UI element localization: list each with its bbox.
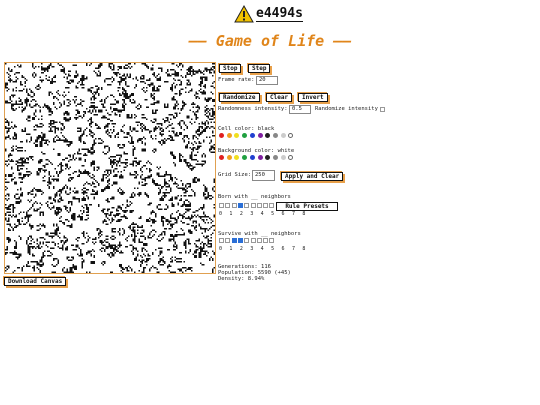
cell-color-swatch[interactable] — [257, 133, 263, 138]
born-label: Born with __ neighbors — [218, 194, 291, 200]
cell-color-swatch[interactable] — [242, 133, 248, 138]
frame-rate-label: Frame rate: — [218, 77, 255, 83]
survive-checkbox[interactable] — [219, 238, 224, 243]
cell-color-swatch[interactable] — [249, 133, 255, 138]
background-color-swatch[interactable] — [226, 155, 232, 160]
survive-checkbox[interactable] — [225, 238, 231, 243]
background-color-swatch[interactable] — [257, 155, 263, 160]
randomize-button[interactable]: Randomize — [219, 93, 260, 102]
background-color-custom-swatch[interactable] — [288, 155, 294, 160]
stop-button[interactable]: Stop — [219, 64, 242, 73]
life-canvas[interactable] — [4, 62, 216, 274]
clear-button[interactable]: Clear — [266, 93, 293, 102]
site-logo[interactable]: e4494s — [234, 4, 303, 24]
born-checkbox[interactable] — [225, 203, 231, 208]
background-color-swatch[interactable] — [219, 155, 224, 160]
download-canvas-button[interactable]: Download Canvas — [4, 277, 67, 286]
born-digits: 0 1 2 3 4 5 6 7 8 — [219, 211, 308, 217]
background-color-label: Background color: white — [218, 148, 295, 154]
background-color-swatch[interactable] — [242, 155, 248, 160]
cell-color-swatch[interactable] — [219, 133, 224, 138]
invert-button[interactable]: Invert — [298, 93, 328, 102]
born-checkbox[interactable] — [256, 203, 262, 208]
born-checkbox[interactable] — [231, 203, 237, 208]
cell-color-swatch[interactable] — [234, 133, 240, 138]
step-button[interactable]: Step — [248, 64, 271, 73]
survive-checkbox[interactable] — [269, 238, 275, 243]
survive-digits: 0 1 2 3 4 5 6 7 8 — [219, 246, 308, 252]
background-color-swatch[interactable] — [249, 155, 255, 160]
background-color-swatch[interactable] — [265, 155, 271, 160]
grid-size-input[interactable]: 250 — [252, 170, 275, 181]
background-color-swatch[interactable] — [234, 155, 240, 160]
survive-checkbox[interactable] — [237, 238, 243, 243]
cell-color-swatch[interactable] — [280, 133, 286, 138]
survive-label: Survive with __ neighbors — [218, 231, 301, 237]
randomize-intensity-checkbox[interactable] — [380, 107, 385, 112]
survive-checkbox[interactable] — [231, 238, 237, 243]
cell-color-swatch[interactable] — [272, 133, 278, 138]
randomness-input[interactable]: 0.5 — [289, 105, 311, 114]
background-color-swatch[interactable] — [272, 155, 278, 160]
randomize-intensity-label: Randomize intensity — [315, 106, 378, 112]
frame-rate-input[interactable]: 20 — [256, 76, 278, 85]
born-checkbox[interactable] — [237, 203, 243, 208]
background-color-swatch[interactable] — [280, 155, 286, 160]
cell-color-swatch[interactable] — [265, 133, 271, 138]
logo-text: e4494s — [256, 5, 303, 22]
warning-icon — [234, 5, 254, 23]
grid-size-label: Grid Size: — [218, 172, 252, 178]
survive-checkbox[interactable] — [256, 238, 262, 243]
born-checkbox[interactable] — [219, 203, 224, 208]
apply-and-clear-button[interactable]: Apply and Clear — [281, 172, 344, 181]
live-cells — [5, 63, 215, 273]
born-checkbox[interactable] — [250, 203, 256, 208]
randomness-label: Randomness intensity: — [218, 106, 288, 112]
cell-grid[interactable] — [5, 63, 215, 273]
born-checkbox[interactable] — [263, 203, 269, 208]
rule-presets-select[interactable]: Rule Presets — [276, 202, 338, 211]
survive-checkbox[interactable] — [250, 238, 256, 243]
born-checkbox[interactable] — [244, 203, 250, 208]
born-checkbox[interactable] — [269, 203, 275, 208]
cell-color-swatch[interactable] — [226, 133, 232, 138]
density-stat: Density: 8.94% — [218, 276, 265, 282]
cell-color-label: Cell color: black — [218, 126, 275, 132]
survive-checkbox[interactable] — [244, 238, 250, 243]
page-title: —— Game of Life —— — [188, 32, 352, 50]
survive-checkbox[interactable] — [263, 238, 269, 243]
cell-color-custom-swatch[interactable] — [288, 133, 294, 138]
